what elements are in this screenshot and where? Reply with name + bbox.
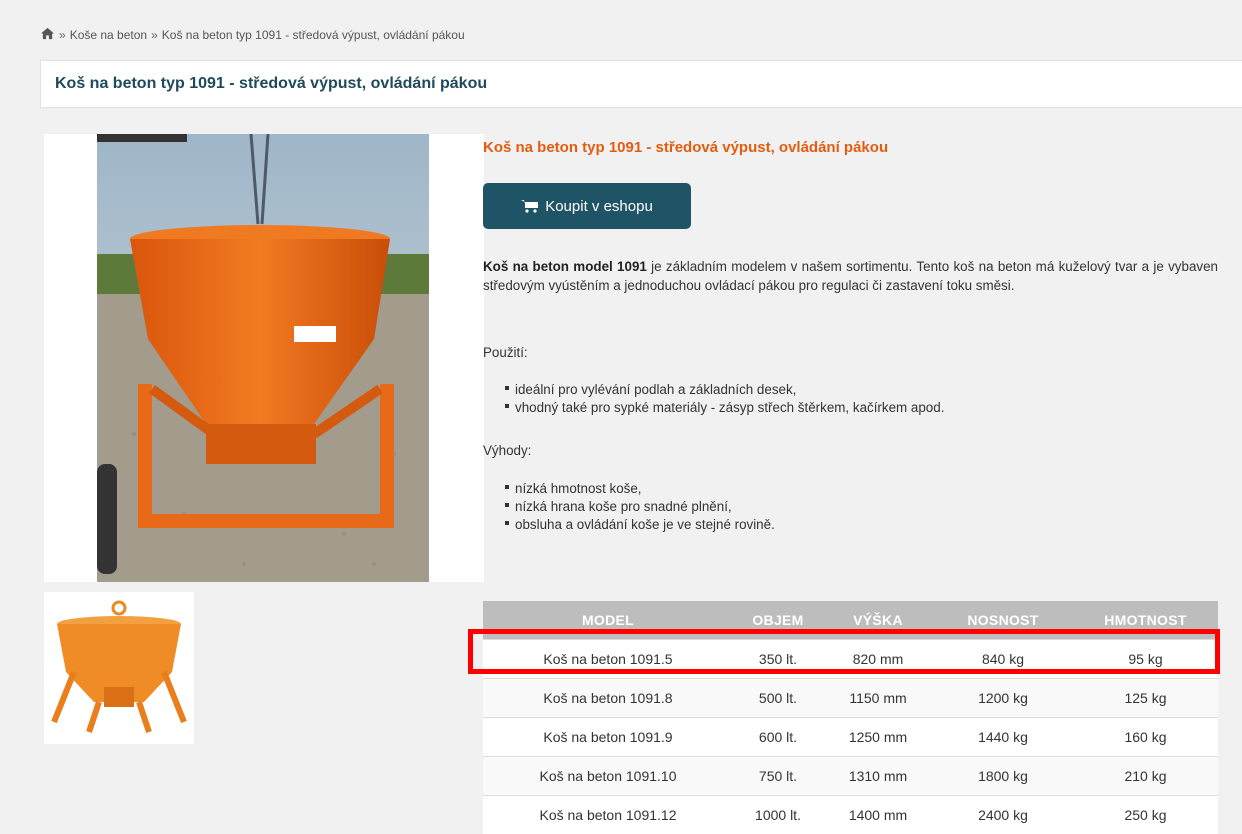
breadcrumb-item-current: Koš na beton typ 1091 - středová výpust,… — [162, 28, 465, 42]
usage-item: ideální pro vylévání podlah a základních… — [505, 381, 944, 399]
cell-weight: 160 kg — [1073, 718, 1218, 757]
product-thumbnail[interactable] — [44, 592, 194, 744]
home-link[interactable] — [40, 27, 55, 43]
cell-volume: 1000 lt. — [733, 796, 823, 834]
table-row: Koš na beton 1091.9 600 lt. 1250 mm 1440… — [483, 718, 1218, 757]
cell-capacity: 840 kg — [933, 640, 1073, 679]
product-main-image[interactable] — [44, 134, 484, 582]
cell-model: Koš na beton 1091.10 — [483, 757, 733, 796]
cell-height: 1150 mm — [823, 679, 933, 718]
product-photo — [44, 134, 484, 582]
usage-item: vhodný také pro sypké materiály - zásyp … — [505, 399, 944, 417]
breadcrumb-item-category[interactable]: Koše na beton — [70, 28, 147, 42]
page-title: Koš na beton typ 1091 - středová výpust,… — [55, 75, 487, 93]
cell-model: Koš na beton 1091.12 — [483, 796, 733, 834]
header-capacity: NOSNOST — [933, 601, 1073, 640]
header-weight: HMOTNOST — [1073, 601, 1218, 640]
buy-in-eshop-button[interactable]: Koupit v eshopu — [483, 183, 691, 229]
table-row: Koš na beton 1091.5 350 lt. 820 mm 840 k… — [483, 640, 1218, 679]
cell-volume: 600 lt. — [733, 718, 823, 757]
cell-weight: 125 kg — [1073, 679, 1218, 718]
cell-weight: 95 kg — [1073, 640, 1218, 679]
cell-model: Koš na beton 1091.9 — [483, 718, 733, 757]
breadcrumb-separator: » — [151, 28, 158, 42]
cart-icon — [521, 199, 539, 213]
advantage-item: nízká hmotnost koše, — [505, 480, 775, 498]
advantage-item: nízká hrana koše pro snadné plnění, — [505, 498, 775, 516]
cell-height: 1400 mm — [823, 796, 933, 834]
cell-volume: 500 lt. — [733, 679, 823, 718]
cell-volume: 750 lt. — [733, 757, 823, 796]
cell-height: 1310 mm — [823, 757, 933, 796]
cell-weight: 210 kg — [1073, 757, 1218, 796]
advantage-item: obsluha a ovládání koše je ve stejné rov… — [505, 516, 775, 534]
description-bold: Koš na beton model 1091 — [483, 259, 647, 274]
cell-weight: 250 kg — [1073, 796, 1218, 834]
table-header-row: MODEL OBJEM VÝŠKA NOSNOST HMOTNOST — [483, 601, 1218, 640]
cell-capacity: 1800 kg — [933, 757, 1073, 796]
spec-table: MODEL OBJEM VÝŠKA NOSNOST HMOTNOST Koš n… — [483, 601, 1218, 834]
product-title: Koš na beton typ 1091 - středová výpust,… — [483, 139, 888, 156]
breadcrumb: » Koše na beton » Koš na beton typ 1091 … — [40, 27, 465, 43]
cell-capacity: 2400 kg — [933, 796, 1073, 834]
buy-button-label: Koupit v eshopu — [545, 198, 653, 215]
header-volume: OBJEM — [733, 601, 823, 640]
table-row: Koš na beton 1091.8 500 lt. 1150 mm 1200… — [483, 679, 1218, 718]
cell-model: Koš na beton 1091.8 — [483, 679, 733, 718]
table-row: Koš na beton 1091.10 750 lt. 1310 mm 180… — [483, 757, 1218, 796]
header-model: MODEL — [483, 601, 733, 640]
cell-height: 820 mm — [823, 640, 933, 679]
cell-height: 1250 mm — [823, 718, 933, 757]
page-title-bar: Koš na beton typ 1091 - středová výpust,… — [40, 60, 1242, 108]
cell-capacity: 1200 kg — [933, 679, 1073, 718]
advantages-list: nízká hmotnost koše, nízká hrana koše pr… — [505, 480, 775, 534]
advantages-label: Výhody: — [483, 443, 531, 458]
usage-list: ideální pro vylévání podlah a základních… — [505, 381, 944, 417]
breadcrumb-separator: » — [59, 28, 66, 42]
cell-model: Koš na beton 1091.5 — [483, 640, 733, 679]
product-description: Koš na beton model 1091 je základním mod… — [483, 257, 1218, 295]
table-row: Koš na beton 1091.12 1000 lt. 1400 mm 24… — [483, 796, 1218, 834]
cell-volume: 350 lt. — [733, 640, 823, 679]
cell-capacity: 1440 kg — [933, 718, 1073, 757]
home-icon — [40, 27, 55, 40]
thumbnail-photo — [44, 592, 194, 744]
header-height: VÝŠKA — [823, 601, 933, 640]
usage-label: Použití: — [483, 345, 528, 360]
